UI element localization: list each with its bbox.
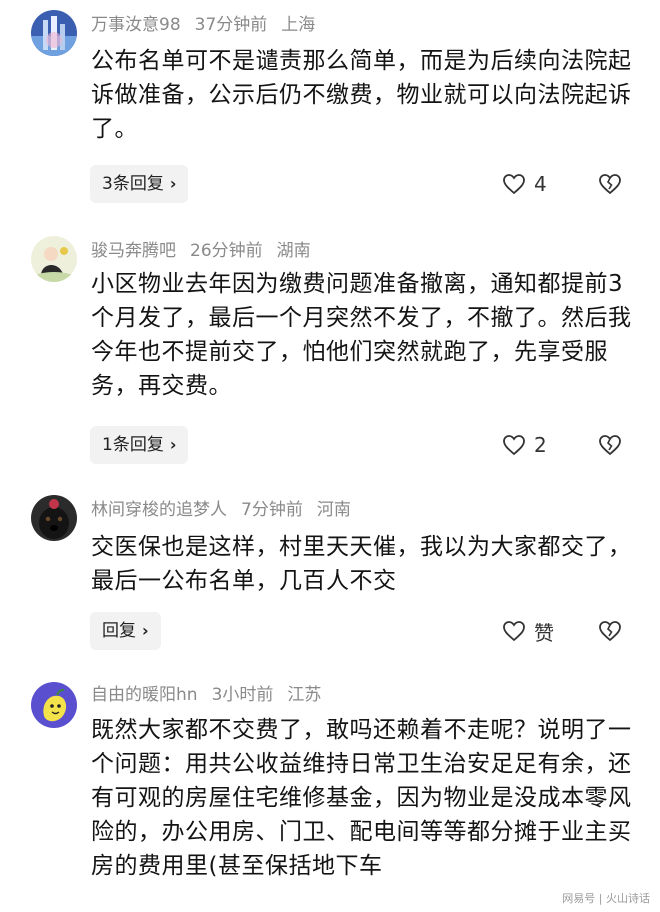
comment-meta: 万事汝意98 37分钟前 上海 <box>91 14 329 36</box>
reply-button[interactable]: 回复 › <box>90 612 161 650</box>
location: 江苏 <box>287 685 322 705</box>
broken-heart-icon <box>599 174 621 195</box>
like-count: 4 <box>534 172 547 196</box>
comment-meta: 林间穿梭的追梦人 7分钟前 河南 <box>91 499 365 521</box>
dislike-button[interactable] <box>598 165 622 203</box>
comment-meta: 自由的暖阳hn 3小时前 江苏 <box>91 684 335 706</box>
like-count: 2 <box>534 433 547 457</box>
chevron-right-icon: › <box>142 621 149 640</box>
reply-label: 3条回复 <box>102 174 164 194</box>
timestamp: 37分钟前 <box>194 15 268 35</box>
avatar[interactable] <box>31 236 77 282</box>
avatar[interactable] <box>31 682 77 728</box>
heart-outline-icon <box>503 174 525 195</box>
like-count: 赞 <box>534 620 554 645</box>
comment-text: 既然大家都不交费了，敢吗还赖着不走呢？说明了一个问题：用共公收益维持日常卫生治安… <box>91 717 632 879</box>
username[interactable]: 林间穿梭的追梦人 <box>91 500 227 520</box>
chevron-right-icon: › <box>169 174 177 193</box>
timestamp: 3小时前 <box>211 685 274 705</box>
dislike-button[interactable] <box>598 426 622 464</box>
comment-text: 交医保也是这样，村里天天催，我以为大家都交了，最后一公布名单，几百人不交 <box>91 534 632 594</box>
comment-text: 公布名单可不是谴责那么简单，而是为后续向法院起诉做准备，公示后仍不缴费，物业就可… <box>91 48 632 142</box>
location: 上海 <box>281 15 316 35</box>
location: 湖南 <box>276 241 311 261</box>
broken-heart-icon <box>599 621 621 642</box>
comment-meta: 骏马奔腾吧 26分钟前 湖南 <box>91 240 325 262</box>
view-replies-button[interactable]: 1条回复 › <box>90 426 189 464</box>
reply-label: 1条回复 <box>102 435 164 455</box>
broken-heart-icon <box>599 435 621 456</box>
heart-outline-icon <box>503 621 525 642</box>
location: 河南 <box>316 500 351 520</box>
avatar[interactable] <box>31 10 77 56</box>
timestamp: 26分钟前 <box>190 241 263 261</box>
username[interactable]: 万事汝意98 <box>91 15 181 35</box>
watermark: 网易号 | 火山诗话 <box>562 892 650 905</box>
timestamp: 7分钟前 <box>241 500 303 520</box>
chevron-right-icon: › <box>169 435 177 454</box>
username[interactable]: 骏马奔腾吧 <box>91 241 176 261</box>
avatar[interactable] <box>31 495 77 541</box>
like-button[interactable]: 2 <box>502 426 547 464</box>
like-button[interactable]: 赞 <box>502 612 554 650</box>
username[interactable]: 自由的暖阳hn <box>91 685 198 705</box>
like-button[interactable]: 4 <box>502 165 547 203</box>
heart-outline-icon <box>503 435 525 456</box>
comment-text: 小区物业去年因为缴费问题准备撤离，通知都提前3个月发了，最后一个月突然不发了，不… <box>91 271 632 399</box>
view-replies-button[interactable]: 3条回复 › <box>90 165 189 203</box>
dislike-button[interactable] <box>598 612 622 650</box>
reply-label: 回复 <box>102 621 136 641</box>
